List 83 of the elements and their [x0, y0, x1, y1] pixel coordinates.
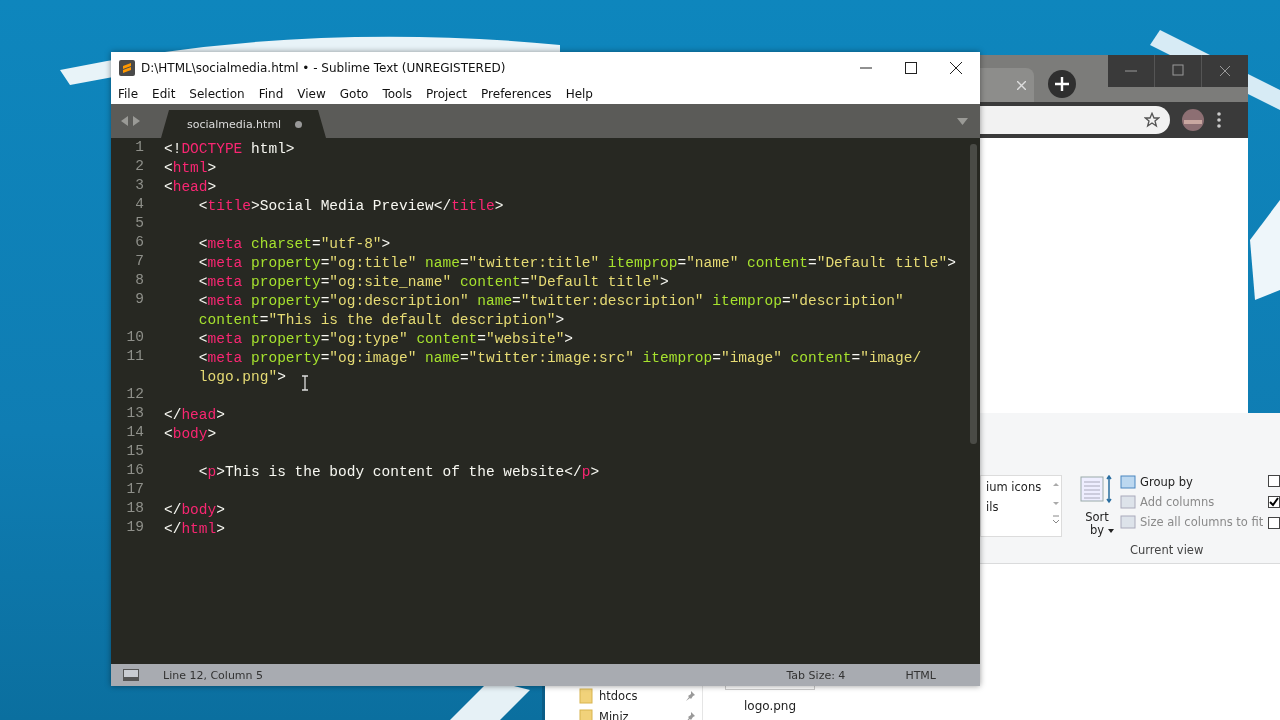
close-tab-icon[interactable] [1017, 80, 1026, 90]
line-number: 8 [134, 271, 145, 290]
pin-icon[interactable] [685, 712, 695, 720]
code-line: <meta property="og:description" name="twitter:description" itemprop="description" [197, 293, 904, 309]
code-line: <meta property="og:title" name="twitter:title" itemprop="name" content="Default title"> [197, 255, 956, 271]
tab-size[interactable]: Tab Size: 4 [786, 668, 846, 682]
menu-item[interactable]: Project [426, 87, 468, 101]
avatar-icon[interactable] [1182, 109, 1204, 131]
address-field[interactable] [980, 106, 1170, 134]
code-line: <p>This is the body content of the website</p> [197, 464, 600, 480]
star-icon[interactable] [1144, 112, 1160, 128]
menu-item[interactable]: Help [565, 87, 593, 101]
columns-icon [1120, 515, 1136, 529]
line-number: 5 [134, 214, 145, 233]
checkbox[interactable] [1268, 517, 1280, 529]
code-line: <html> [164, 160, 217, 176]
maximize-icon[interactable] [905, 62, 917, 74]
code-line: </head> [164, 407, 225, 423]
code-line: <meta property="og:image" name="twitter:image:src" itemprop="image" content="image/ [197, 350, 922, 366]
menu-item[interactable]: Find [258, 87, 284, 101]
line-number: 14 [125, 423, 145, 442]
code-line: <meta property="og:type" content="website"> [197, 331, 574, 347]
menu-item[interactable]: Goto [339, 87, 369, 101]
line-number: 11 [125, 347, 145, 366]
menu-item[interactable]: Preferences [481, 87, 552, 101]
app-icon [119, 60, 135, 76]
file-name[interactable]: logo.png [743, 699, 797, 713]
layout-option[interactable]: ium icons [986, 480, 1042, 494]
line-number: 9 [134, 290, 145, 309]
file-tab[interactable]: socialmedia.html [161, 110, 326, 138]
more-icon[interactable] [1216, 112, 1222, 128]
close-icon[interactable] [950, 62, 962, 74]
line-number: 6 [134, 233, 145, 252]
menu-item[interactable]: Edit [152, 87, 176, 101]
code-line: <title>Social Media Preview</title> [197, 198, 504, 214]
caret-icon [1108, 529, 1114, 533]
panel-icon[interactable] [123, 669, 139, 681]
line-number: 13 [125, 404, 145, 423]
line-number: 4 [134, 195, 145, 214]
folder-icon [579, 688, 593, 704]
scrollbar[interactable] [970, 144, 977, 444]
group-label: Current view [1130, 543, 1204, 557]
window-title: D:\HTML\socialmedia.html • - Sublime Text (UNREGISTERED) [141, 61, 506, 75]
layout-option[interactable]: ils [986, 500, 1042, 514]
line-number: 16 [125, 461, 145, 480]
line-number: 2 [134, 157, 145, 176]
view-command[interactable]: Group by [1140, 475, 1193, 489]
line-number: 15 [125, 442, 145, 461]
sort-by-button[interactable]: Sort by [1082, 511, 1112, 537]
code-line: logo.png"> [197, 369, 286, 385]
cursor-position: Line 12, Column 5 [163, 668, 264, 682]
code-line: </body> [164, 502, 225, 518]
checkbox[interactable] [1268, 496, 1280, 508]
menu-item[interactable]: View [297, 87, 326, 101]
columns-icon [1120, 495, 1136, 509]
line-number: 17 [125, 480, 145, 499]
columns-icon [1120, 475, 1136, 489]
menu-item[interactable]: Selection [189, 87, 245, 101]
menu-item[interactable]: Tools [382, 87, 412, 101]
menu-item[interactable]: File [118, 87, 139, 101]
code-line: </html> [164, 521, 225, 537]
line-number: 12 [125, 385, 145, 404]
line-number: 3 [134, 176, 145, 195]
syntax-mode[interactable]: HTML [905, 668, 936, 682]
code-line: <body> [164, 426, 217, 442]
line-number: 18 [125, 499, 145, 518]
back-forward-icon[interactable] [121, 116, 141, 126]
line-number: 1 [134, 138, 145, 157]
code-line: <!DOCTYPE html> [164, 141, 295, 157]
line-number: 19 [125, 518, 145, 537]
text-cursor-icon [301, 375, 309, 391]
pin-icon[interactable] [685, 691, 695, 701]
sort-icon [1080, 475, 1114, 505]
line-number: 7 [134, 252, 145, 271]
code-line: <head> [164, 179, 217, 195]
nav-item[interactable]: htdocs [599, 689, 679, 703]
code-line: <meta property="og:site_name" content="Default title"> [197, 274, 669, 290]
checkbox[interactable] [1268, 475, 1280, 487]
code-line: <meta charset="utf-8"> [197, 236, 391, 252]
dropdown-icon[interactable] [957, 117, 968, 125]
code-line: content="This is the default description"> [197, 312, 565, 328]
new-tab-icon[interactable] [1048, 70, 1076, 98]
line-number: 10 [125, 328, 145, 347]
